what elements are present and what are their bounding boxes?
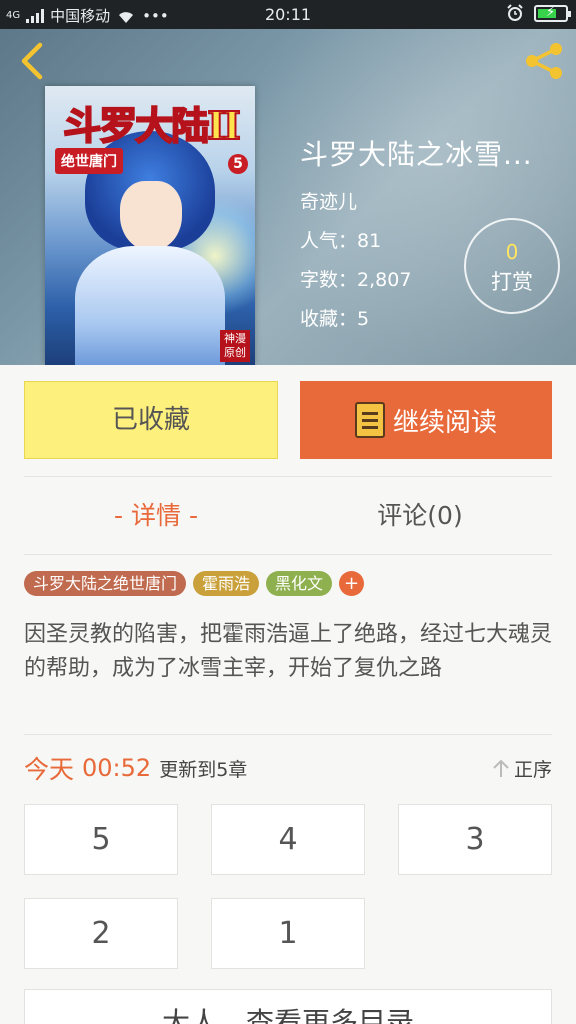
chevron-left-icon	[21, 42, 43, 80]
tag[interactable]: 霍雨浩	[193, 571, 260, 596]
update-time: 00:52	[82, 754, 152, 782]
stat-value: 5	[357, 308, 370, 330]
status-right: ⚡	[506, 4, 571, 22]
chapter-item[interactable]: 3	[398, 804, 552, 875]
charging-icon: ⚡	[546, 4, 556, 20]
stat-label: 收藏：	[300, 308, 358, 330]
view-more-chapters-button[interactable]: 大人，查看更多目录	[24, 989, 552, 1024]
update-row: 今天 00:52 更新到5章 正序	[24, 750, 552, 786]
stat-label: 字数：	[300, 269, 358, 291]
cover-character-body	[75, 246, 225, 365]
continue-reading-button[interactable]: 继续阅读	[300, 381, 552, 459]
book-author: 奇迹儿	[300, 191, 358, 213]
divider	[24, 734, 552, 735]
cover-logo-text: 斗罗大陆II	[62, 102, 242, 149]
book-title: 斗罗大陆之冰雪...	[300, 138, 533, 171]
book-header: 斗罗大陆II 绝世唐门 5 神漫原创 斗罗大陆之冰雪... 奇迹儿 人气：81 …	[0, 29, 576, 365]
tab-comments[interactable]: 评论(0)	[288, 477, 552, 554]
clock: 20:11	[264, 5, 312, 24]
stat-value: 2,807	[357, 269, 412, 291]
tag-list: 斗罗大陆之绝世唐门 霍雨浩 黑化文 +	[24, 571, 365, 596]
share-icon	[526, 43, 562, 79]
battery-icon: ⚡	[534, 4, 571, 22]
tab-bar: - 详情 - 评论(0)	[24, 477, 552, 554]
arrow-up-icon	[493, 759, 509, 777]
favorited-button[interactable]: 已收藏	[24, 381, 278, 459]
reward-button[interactable]: 0 打赏	[464, 218, 560, 314]
cover-subtitle: 绝世唐门	[55, 148, 123, 174]
tag[interactable]: 斗罗大陆之绝世唐门	[24, 571, 187, 596]
update-day: 今天	[24, 755, 75, 784]
back-button[interactable]	[14, 41, 50, 81]
sort-order-button[interactable]: 正序	[492, 755, 552, 782]
chapter-item[interactable]: 5	[24, 804, 178, 875]
continue-reading-label: 继续阅读	[392, 407, 497, 438]
chapter-item[interactable]: 2	[24, 898, 178, 969]
alarm-icon	[507, 4, 523, 21]
update-info: 更新到5章	[159, 758, 248, 781]
book-icon	[354, 402, 385, 438]
chapter-item[interactable]: 4	[211, 804, 365, 875]
cover-volume-number: 5	[228, 154, 248, 174]
stat-value: 81	[357, 230, 382, 252]
tag[interactable]: 黑化文	[266, 571, 333, 596]
status-bar: 4G 中国移动 ••• 20:11 ⚡	[0, 0, 576, 29]
stat-label: 人气：	[300, 230, 358, 252]
chapter-item[interactable]: 1	[211, 898, 365, 969]
tab-details[interactable]: - 详情 -	[24, 477, 288, 554]
divider	[24, 554, 552, 555]
sort-order-label: 正序	[513, 758, 552, 781]
reward-count: 0	[505, 240, 519, 264]
cover-character-face	[120, 181, 182, 251]
cover-logo: 斗罗大陆II	[51, 92, 251, 152]
book-cover[interactable]: 斗罗大陆II 绝世唐门 5 神漫原创	[45, 86, 255, 365]
cover-stamp: 神漫原创	[220, 330, 250, 362]
share-button[interactable]	[522, 41, 566, 81]
book-description: 因圣灵教的陷害，把霍雨浩逼上了绝路，经过七大魂灵的帮助，成为了冰雪主宰，开始了复…	[24, 622, 553, 681]
reward-label: 打赏	[491, 270, 533, 294]
add-tag-button[interactable]: +	[339, 571, 365, 596]
